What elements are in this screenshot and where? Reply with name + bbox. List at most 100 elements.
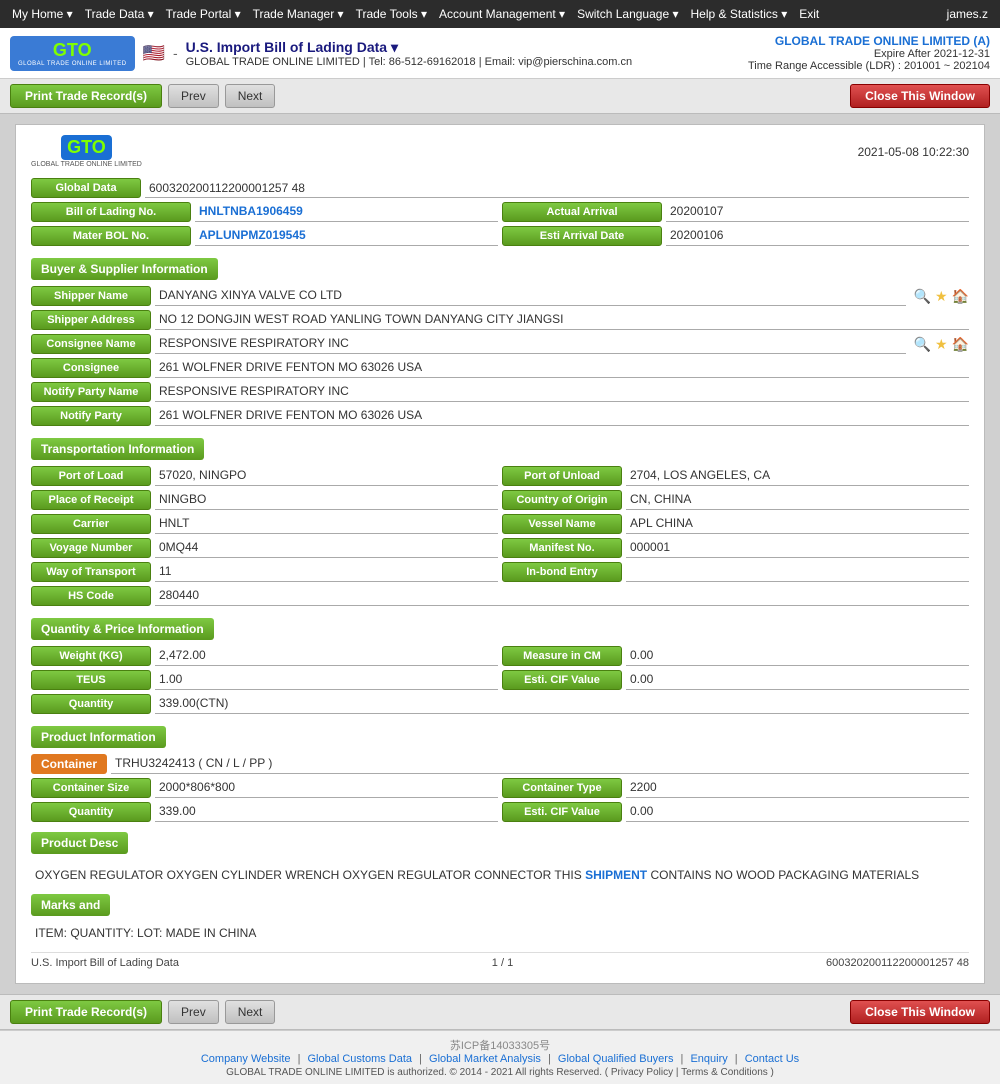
container-row: Container TRHU3242413 ( CN / L / PP ) <box>31 754 969 774</box>
bol-col: Bill of Lading No. HNLTNBA1906459 <box>31 202 498 222</box>
close-window-button[interactable]: Close This Window <box>850 84 990 108</box>
record-logo-gto: GTO <box>67 137 106 157</box>
footer-link-customs[interactable]: Global Customs Data <box>308 1053 413 1065</box>
actual-arrival-label: Actual Arrival <box>502 202 662 222</box>
footer-area: 苏ICP备14033305号 Company Website | Global … <box>0 1030 1000 1084</box>
way-of-transport-label: Way of Transport <box>31 562 151 582</box>
footer-link-buyers[interactable]: Global Qualified Buyers <box>558 1053 674 1065</box>
actual-arrival-col: Actual Arrival 20200107 <box>502 202 969 222</box>
quantity-value: 339.00(CTN) <box>155 694 969 714</box>
master-bol-col: Mater BOL No. APLUNPMZ019545 <box>31 226 498 246</box>
bottom-toolbar: Print Trade Record(s) Prev Next Close Th… <box>0 994 1000 1030</box>
weight-col: Weight (KG) 2,472.00 <box>31 646 498 666</box>
consignee-label: Consignee <box>31 358 151 378</box>
container-badge: Container <box>31 754 107 774</box>
footer-link-company[interactable]: Company Website <box>201 1053 291 1065</box>
footer-right-text: 600320200112200001257 48 <box>826 957 969 969</box>
consignee-value: 261 WOLFNER DRIVE FENTON MO 63026 USA <box>155 358 969 378</box>
company-name-display: GLOBAL TRADE ONLINE LIMITED (A) <box>748 34 990 48</box>
product-desc-area: OXYGEN REGULATOR OXYGEN CYLINDER WRENCH … <box>31 860 969 890</box>
qty2-cif2-row: Quantity 339.00 Esti. CIF Value 0.00 <box>31 802 969 822</box>
place-of-receipt-label: Place of Receipt <box>31 490 151 510</box>
shipment-link[interactable]: SHIPMENT <box>585 868 647 882</box>
nav-account-management[interactable]: Account Management ▾ <box>433 7 571 21</box>
footer-center-text: 1 / 1 <box>492 957 513 969</box>
teus-value: 1.00 <box>155 670 498 690</box>
esti-cif-col: Esti. CIF Value 0.00 <box>502 670 969 690</box>
shipper-name-label: Shipper Name <box>31 286 151 306</box>
esti-cif-label: Esti. CIF Value <box>502 670 622 690</box>
carrier-col: Carrier HNLT <box>31 514 498 534</box>
footer-link-enquiry[interactable]: Enquiry <box>690 1053 727 1065</box>
manifest-no-value: 000001 <box>626 538 969 558</box>
next-button[interactable]: Next <box>225 84 276 108</box>
place-of-receipt-value: NINGBO <box>155 490 498 510</box>
logo-sub-text: GLOBAL TRADE ONLINE LIMITED <box>18 61 127 67</box>
notify-party-name-value: RESPONSIVE RESPIRATORY INC <box>155 382 969 402</box>
container-type-col: Container Type 2200 <box>502 778 969 798</box>
hs-code-value: 280440 <box>155 586 969 606</box>
shipper-search-icon[interactable]: 🔍 <box>914 288 931 305</box>
way-of-transport-value: 11 <box>155 562 498 582</box>
top-toolbar: Print Trade Record(s) Prev Next Close Th… <box>0 79 1000 114</box>
bottom-print-button[interactable]: Print Trade Record(s) <box>10 1000 162 1024</box>
in-bond-entry-value <box>626 562 969 582</box>
container-size-type-row: Container Size 2000*806*800 Container Ty… <box>31 778 969 798</box>
record-logo: GTO GLOBAL TRADE ONLINE LIMITED <box>31 135 142 168</box>
voyage-manifest-row: Voyage Number 0MQ44 Manifest No. 000001 <box>31 538 969 558</box>
consignee-name-row: Consignee Name RESPONSIVE RESPIRATORY IN… <box>31 334 969 354</box>
port-load-col: Port of Load 57020, NINGPO <box>31 466 498 486</box>
consignee-home-icon[interactable]: 🏠 <box>952 336 969 353</box>
esti-cif-value: 0.00 <box>626 670 969 690</box>
consignee-star-icon[interactable]: ★ <box>935 336 948 353</box>
notify-party-name-label: Notify Party Name <box>31 382 151 402</box>
marks-value: ITEM: QUANTITY: LOT: MADE IN CHINA <box>31 922 969 944</box>
bottom-prev-button[interactable]: Prev <box>168 1000 219 1024</box>
port-unload-col: Port of Unload 2704, LOS ANGELES, CA <box>502 466 969 486</box>
user-name: james.z <box>941 7 994 21</box>
flag-separator: - <box>173 45 178 61</box>
bol-row: Bill of Lading No. HNLTNBA1906459 Actual… <box>31 202 969 222</box>
nav-trade-portal[interactable]: Trade Portal ▾ <box>160 7 247 21</box>
vessel-name-label: Vessel Name <box>502 514 622 534</box>
shipper-home-icon[interactable]: 🏠 <box>952 288 969 305</box>
bottom-close-button[interactable]: Close This Window <box>850 1000 990 1024</box>
way-inbond-row: Way of Transport 11 In-bond Entry <box>31 562 969 582</box>
bottom-next-button[interactable]: Next <box>225 1000 276 1024</box>
notify-party-name-row: Notify Party Name RESPONSIVE RESPIRATORY… <box>31 382 969 402</box>
country-of-origin-label: Country of Origin <box>502 490 622 510</box>
in-bond-col: In-bond Entry <box>502 562 969 582</box>
footer-link-contact[interactable]: Contact Us <box>745 1053 799 1065</box>
manifest-no-label: Manifest No. <box>502 538 622 558</box>
nav-help-statistics[interactable]: Help & Statistics ▾ <box>685 7 794 21</box>
nav-trade-data[interactable]: Trade Data ▾ <box>79 7 160 21</box>
buyer-supplier-section-header: Buyer & Supplier Information <box>31 258 218 280</box>
actual-arrival-value: 20200107 <box>666 202 969 222</box>
consignee-row: Consignee 261 WOLFNER DRIVE FENTON MO 63… <box>31 358 969 378</box>
way-transport-col: Way of Transport 11 <box>31 562 498 582</box>
nav-exit[interactable]: Exit <box>793 7 825 21</box>
esti-arrival-label: Esti Arrival Date <box>502 226 662 246</box>
icp-number: 苏ICP备14033305号 <box>10 1037 990 1053</box>
record-logo-sub: GLOBAL TRADE ONLINE LIMITED <box>31 161 142 168</box>
container-type-value: 2200 <box>626 778 969 798</box>
header-right-info: GLOBAL TRADE ONLINE LIMITED (A) Expire A… <box>748 34 990 72</box>
nav-switch-language[interactable]: Switch Language ▾ <box>571 7 684 21</box>
main-content: GTO GLOBAL TRADE ONLINE LIMITED 2021-05-… <box>0 114 1000 994</box>
footer-links: Company Website | Global Customs Data | … <box>10 1053 990 1065</box>
carrier-value: HNLT <box>155 514 498 534</box>
port-of-unload-label: Port of Unload <box>502 466 622 486</box>
weight-value: 2,472.00 <box>155 646 498 666</box>
print-record-button[interactable]: Print Trade Record(s) <box>10 84 162 108</box>
prev-button[interactable]: Prev <box>168 84 219 108</box>
record-card: GTO GLOBAL TRADE ONLINE LIMITED 2021-05-… <box>15 124 985 984</box>
nav-trade-manager[interactable]: Trade Manager ▾ <box>247 7 350 21</box>
shipper-star-icon[interactable]: ★ <box>935 288 948 305</box>
nav-trade-tools[interactable]: Trade Tools ▾ <box>350 7 433 21</box>
marks-section-header: Marks and <box>31 894 110 916</box>
footer-link-market[interactable]: Global Market Analysis <box>429 1053 541 1065</box>
carrier-vessel-row: Carrier HNLT Vessel Name APL CHINA <box>31 514 969 534</box>
in-bond-entry-label: In-bond Entry <box>502 562 622 582</box>
nav-my-home[interactable]: My Home ▾ <box>6 7 79 21</box>
consignee-search-icon[interactable]: 🔍 <box>914 336 931 353</box>
